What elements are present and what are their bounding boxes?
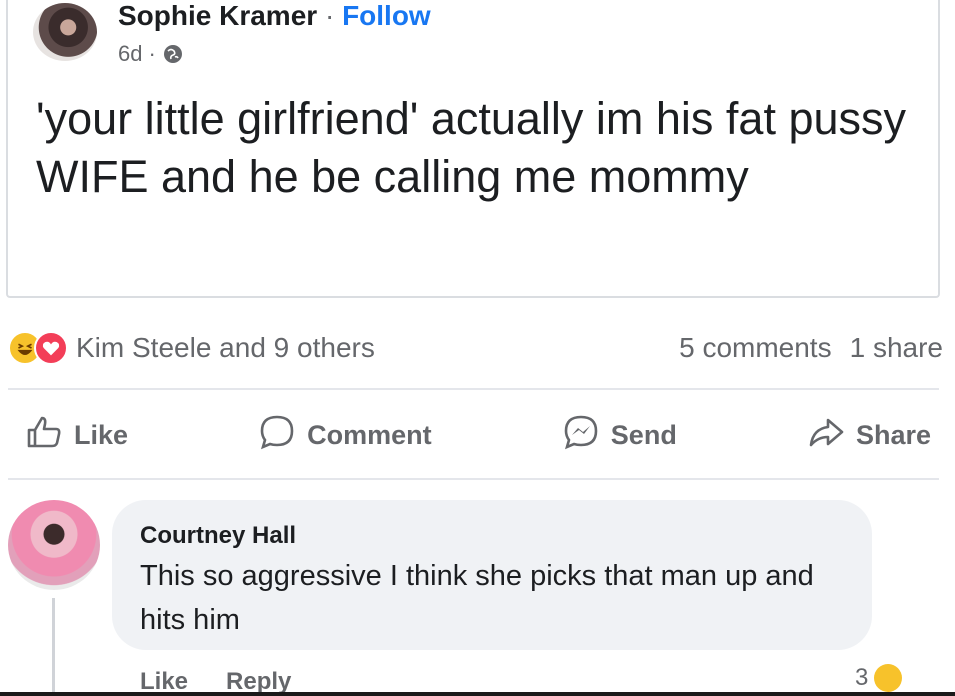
like-icon — [24, 412, 64, 459]
comment-label: Comment — [307, 419, 432, 450]
reaction-summary[interactable]: Kim Steele and 9 others — [8, 331, 375, 365]
haha-icon — [874, 664, 903, 692]
follow-button[interactable]: Follow — [342, 0, 431, 31]
comment-bubble: Courtney Hall This so aggressive I think… — [112, 500, 872, 650]
like-button[interactable]: Like — [24, 412, 128, 459]
post-age[interactable]: 6d — [118, 41, 142, 67]
engagement-counts: 5 comments 1 share — [679, 332, 943, 364]
reactors-text[interactable]: Kim Steele and 9 others — [76, 332, 375, 364]
divider-top — [8, 388, 939, 390]
post-meta: 6d · — [118, 41, 184, 67]
messenger-icon — [561, 412, 601, 459]
comment-text: This so aggressive I think she picks tha… — [140, 560, 814, 636]
share-label: Share — [855, 419, 931, 450]
comment-reaction-count: 3 — [855, 664, 869, 691]
love-icon — [34, 331, 68, 365]
post-text: 'your little girlfriend' actually im his… — [36, 93, 907, 202]
meta-separator: · — [148, 41, 156, 66]
comment-icon — [257, 412, 297, 459]
comments-count[interactable]: 5 comments — [679, 332, 832, 364]
comment-button[interactable]: Comment — [257, 412, 432, 459]
header-separator: · — [324, 0, 335, 31]
divider-bottom — [8, 478, 939, 480]
globe-icon — [162, 43, 184, 65]
bottom-edge — [0, 692, 955, 696]
thread-line — [52, 598, 55, 696]
comment-reactions[interactable]: 3 — [855, 664, 903, 692]
commenter-avatar[interactable] — [8, 500, 100, 590]
post-header: Sophie Kramer · Follow — [118, 0, 431, 32]
shares-count[interactable]: 1 share — [850, 332, 943, 364]
share-button[interactable]: Share — [806, 412, 931, 459]
author-avatar[interactable] — [33, 3, 97, 61]
author-name[interactable]: Sophie Kramer — [118, 0, 317, 31]
send-button[interactable]: Send — [561, 412, 677, 459]
post-actions: Like Comment Send Share — [24, 410, 931, 460]
commenter-name[interactable]: Courtney Hall — [140, 522, 844, 550]
reactions-row: Kim Steele and 9 others 5 comments 1 sha… — [8, 326, 947, 370]
send-label: Send — [610, 419, 677, 450]
like-label: Like — [74, 419, 129, 450]
share-icon — [806, 412, 846, 459]
